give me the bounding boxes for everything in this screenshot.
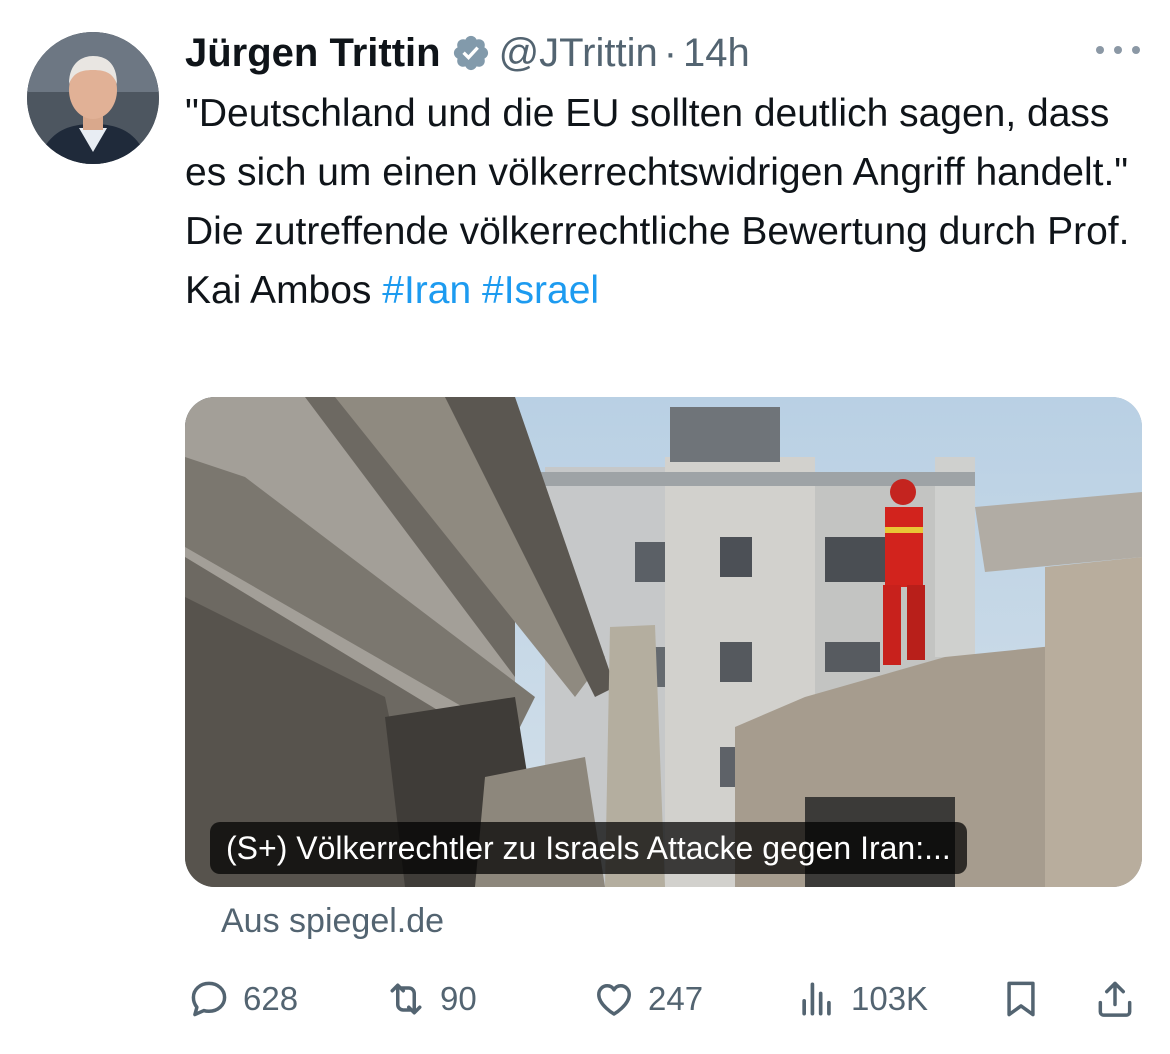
tweet-header: Jürgen Trittin @JTrittin · 14h	[185, 28, 750, 78]
share-button[interactable]	[1093, 975, 1137, 1023]
views-icon	[802, 982, 831, 1016]
bookmark-button[interactable]	[999, 975, 1043, 1023]
like-button[interactable]: 247	[592, 975, 703, 1023]
link-card[interactable]: (S+) Völkerrechtler zu Israels Attacke g…	[185, 397, 1142, 887]
header-separator: ·	[663, 30, 678, 75]
action-bar: 628 90 247 103K	[187, 975, 1142, 1023]
hashtag-iran[interactable]: #Iran	[382, 269, 471, 312]
reply-button[interactable]: 628	[187, 975, 298, 1023]
author-name[interactable]: Jürgen Trittin	[185, 31, 441, 76]
tweet-time[interactable]: 14h	[683, 31, 750, 76]
verified-badge-icon[interactable]	[451, 33, 491, 73]
repost-button[interactable]: 90	[384, 975, 477, 1023]
reply-icon	[191, 981, 227, 1017]
views-button[interactable]: 103K	[795, 975, 928, 1023]
bookmark-icon	[1007, 981, 1035, 1017]
tweet-body: "Deutschland und die EU sollten deutlich…	[185, 92, 1130, 312]
card-title[interactable]: (S+) Völkerrechtler zu Israels Attacke g…	[210, 822, 967, 874]
card-source[interactable]: Aus spiegel.de	[221, 902, 444, 941]
repost-icon	[390, 983, 422, 1015]
views-count: 103K	[851, 980, 929, 1017]
author-handle[interactable]: @JTrittin	[499, 31, 658, 76]
heart-icon	[597, 984, 631, 1016]
share-icon	[1098, 981, 1132, 1017]
repost-count: 90	[440, 980, 477, 1017]
tweet-text: "Deutschland und die EU sollten deutlich…	[185, 84, 1135, 320]
more-icon[interactable]	[1096, 38, 1140, 62]
reply-count: 628	[243, 980, 299, 1017]
hashtag-israel[interactable]: #Israel	[482, 269, 599, 312]
like-count: 247	[648, 980, 704, 1017]
card-image	[185, 397, 1142, 887]
tweet[interactable]: Jürgen Trittin @JTrittin · 14h "Deutschl…	[0, 0, 1170, 1054]
avatar[interactable]	[27, 32, 159, 164]
